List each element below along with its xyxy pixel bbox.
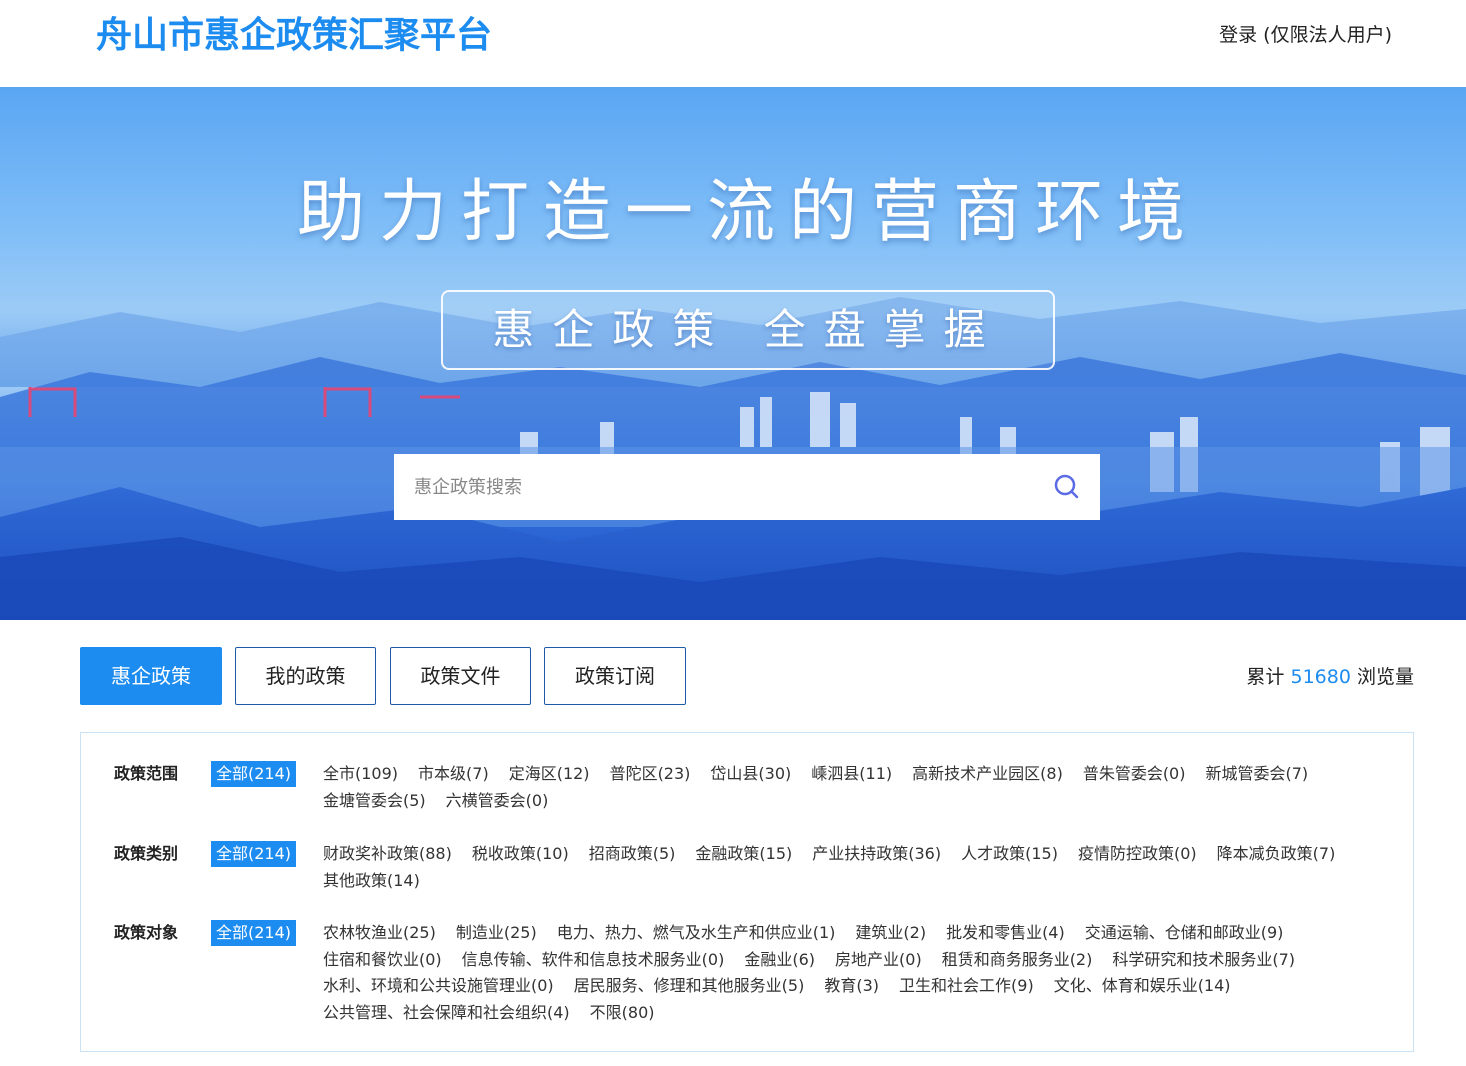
site-header: 舟山市惠企政策汇聚平台 登录 (仅限法人用户)	[0, 0, 1466, 87]
tab-my-policy[interactable]: 我的政策	[235, 647, 376, 705]
filter-option[interactable]: 房地产业(0)	[835, 947, 922, 974]
filter-label: 政策范围	[114, 764, 179, 783]
search-bar	[394, 454, 1100, 520]
filter-option[interactable]: 岱山县(30)	[710, 761, 791, 788]
banner-slogan: 助力打造一流的营商环境	[296, 173, 1199, 252]
filter-option[interactable]: 金融业(6)	[744, 947, 815, 974]
views-prefix: 累计	[1246, 666, 1285, 688]
filter-option[interactable]: 公共管理、社会保障和社会组织(4)	[323, 1000, 570, 1027]
filter-all-option[interactable]: 全部(214)	[211, 761, 297, 787]
tab-policy[interactable]: 惠企政策	[80, 647, 222, 705]
login-link[interactable]: 登录 (仅限法人用户)	[1219, 22, 1392, 48]
filter-option[interactable]: 疫情防控政策(0)	[1078, 841, 1197, 868]
banner-subtitle: 惠企政策 全盘掌握	[492, 305, 1004, 354]
page-view-counter: 累计 51680 浏览量	[1246, 664, 1414, 690]
filter-options: 农林牧渔业(25) 制造业(25) 电力、热力、燃气及水生产和供应业(1) 建筑业(2…	[323, 920, 1393, 1026]
filter-label: 政策类别	[114, 844, 179, 863]
filter-label: 政策对象	[114, 923, 179, 942]
views-count: 51680	[1290, 666, 1351, 688]
filter-option[interactable]: 住宿和餐饮业(0)	[323, 947, 442, 974]
filter-option[interactable]: 招商政策(5)	[589, 841, 676, 868]
tab-policy-files[interactable]: 政策文件	[390, 647, 531, 705]
filter-option[interactable]: 不限(80)	[590, 1000, 655, 1027]
filter-option[interactable]: 科学研究和技术服务业(7)	[1112, 947, 1295, 974]
filter-option[interactable]: 卫生和社会工作(9)	[899, 973, 1034, 1000]
filter-options: 全市(109) 市本级(7) 定海区(12) 普陀区(23) 岱山县(30) 嵊泗县(11…	[323, 761, 1393, 814]
filter-option[interactable]: 租赁和商务服务业(2)	[942, 947, 1093, 974]
filter-option[interactable]: 交通运输、仓储和邮政业(9)	[1085, 920, 1284, 947]
filter-option[interactable]: 信息传输、软件和信息技术服务业(0)	[462, 947, 725, 974]
filter-option[interactable]: 嵊泗县(11)	[811, 761, 892, 788]
filter-option[interactable]: 税收政策(10)	[472, 841, 569, 868]
filter-option[interactable]: 普陀区(23)	[610, 761, 691, 788]
filter-option[interactable]: 财政奖补政策(88)	[323, 841, 452, 868]
filter-option[interactable]: 定海区(12)	[509, 761, 590, 788]
filter-option[interactable]: 其他政策(14)	[323, 868, 420, 895]
filter-all-option[interactable]: 全部(214)	[211, 920, 297, 946]
filter-option[interactable]: 金塘管委会(5)	[323, 788, 426, 815]
filter-option[interactable]: 电力、热力、燃气及水生产和供应业(1)	[557, 920, 836, 947]
search-input[interactable]	[394, 454, 1034, 520]
views-suffix: 浏览量	[1356, 666, 1414, 688]
filter-option[interactable]: 建筑业(2)	[855, 920, 926, 947]
filter-option[interactable]: 教育(3)	[824, 973, 879, 1000]
filter-option[interactable]: 人才政策(15)	[961, 841, 1058, 868]
filter-option[interactable]: 水利、环境和公共设施管理业(0)	[323, 973, 554, 1000]
filter-option[interactable]: 农林牧渔业(25)	[323, 920, 436, 947]
filter-option[interactable]: 高新技术产业园区(8)	[912, 761, 1063, 788]
site-title[interactable]: 舟山市惠企政策汇聚平台	[96, 12, 492, 60]
filter-panel: 政策范围 全部(214) 全市(109) 市本级(7) 定海区(12) 普陀区(23)…	[80, 732, 1414, 1052]
filter-option[interactable]: 新城管委会(7)	[1205, 761, 1308, 788]
filter-option[interactable]: 文化、体育和娱乐业(14)	[1054, 973, 1231, 1000]
filter-option[interactable]: 降本减负政策(7)	[1217, 841, 1336, 868]
filter-option[interactable]: 制造业(25)	[456, 920, 537, 947]
filter-option[interactable]: 市本级(7)	[418, 761, 489, 788]
filter-option[interactable]: 金融政策(15)	[695, 841, 792, 868]
hero-banner: 助力打造一流的营商环境 惠企政策 全盘掌握	[0, 87, 1466, 620]
filter-option[interactable]: 居民服务、修理和其他服务业(5)	[574, 973, 805, 1000]
filter-option[interactable]: 全市(109)	[323, 761, 398, 788]
filter-option[interactable]: 批发和零售业(4)	[946, 920, 1065, 947]
filter-all-option[interactable]: 全部(214)	[211, 841, 297, 867]
tab-policy-subscription[interactable]: 政策订阅	[544, 647, 686, 705]
filter-option[interactable]: 六横管委会(0)	[446, 788, 549, 815]
filter-option[interactable]: 产业扶持政策(36)	[812, 841, 941, 868]
filter-option[interactable]: 普朱管委会(0)	[1083, 761, 1186, 788]
filter-options: 财政奖补政策(88) 税收政策(10) 招商政策(5) 金融政策(15) 产业扶持政策(…	[323, 841, 1393, 894]
search-icon[interactable]	[1052, 472, 1082, 502]
